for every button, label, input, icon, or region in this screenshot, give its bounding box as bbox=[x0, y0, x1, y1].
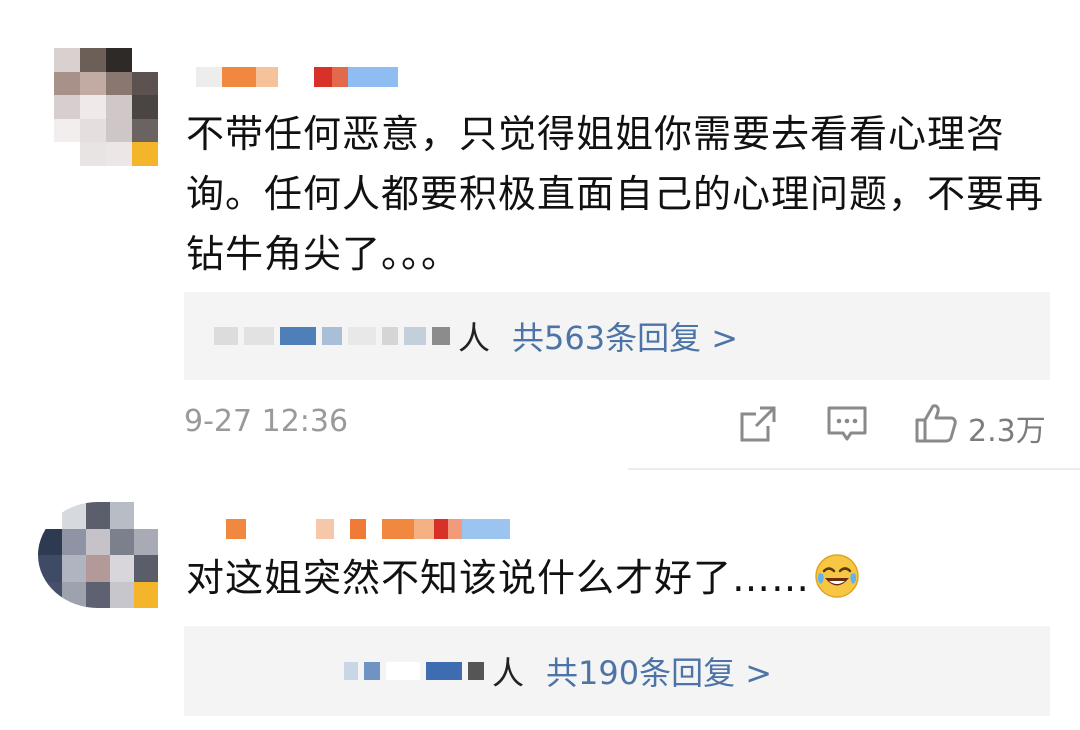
reply-suffix: 人 bbox=[458, 319, 491, 357]
avatar[interactable] bbox=[38, 502, 158, 608]
view-replies-link[interactable]: 共563条回复 > bbox=[512, 313, 738, 359]
comment-text: 不带任何恶意，只觉得姐姐你需要去看看心理咨询。任何人都要积极直面自己的心理问题，… bbox=[186, 112, 1045, 276]
reply-suffix: 人 bbox=[492, 654, 525, 692]
laughing-crying-emoji-icon bbox=[814, 553, 860, 599]
comment-text: 对这姐突然不知该说什么才好了…… bbox=[186, 548, 1056, 608]
comment-item: 对这姐突然不知该说什么才好了…… 人 共190条回复 > bbox=[0, 470, 1080, 730]
thumbs-up-icon[interactable] bbox=[914, 402, 958, 448]
comment-text-content: 对这姐突然不知该说什么才好了…… bbox=[186, 556, 811, 600]
reply-usernames bbox=[214, 327, 450, 345]
avatar[interactable] bbox=[54, 48, 158, 166]
username[interactable] bbox=[226, 518, 510, 540]
like-count: 2.3万 bbox=[968, 414, 1046, 449]
timestamp: 9-27 12:36 bbox=[184, 404, 349, 439]
comment-item: 不带任何恶意，只觉得姐姐你需要去看看心理咨询。任何人都要积极直面自己的心理问题，… bbox=[0, 0, 1080, 470]
share-icon[interactable] bbox=[738, 404, 778, 448]
reply-usernames bbox=[344, 662, 484, 680]
reply-preview[interactable]: 人 共190条回复 > bbox=[184, 626, 1050, 716]
comment-icon[interactable] bbox=[826, 404, 868, 448]
view-replies-link[interactable]: 共190条回复 > bbox=[546, 648, 772, 694]
username[interactable] bbox=[196, 66, 398, 88]
reply-preview[interactable]: 人 共563条回复 > bbox=[184, 292, 1050, 380]
